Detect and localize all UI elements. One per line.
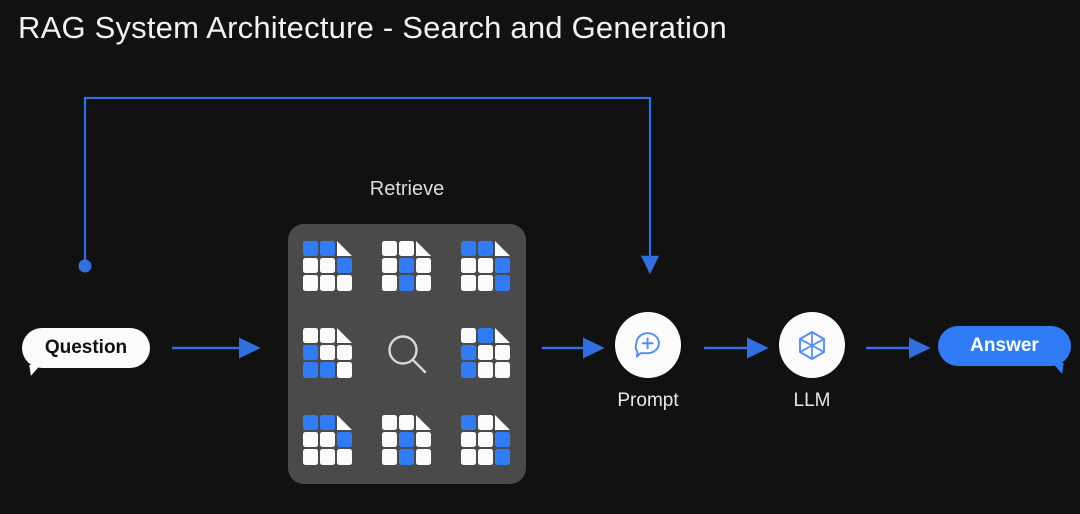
- question-bubble[interactable]: Question: [22, 328, 150, 376]
- prompt-label: Prompt: [617, 390, 679, 411]
- diagram-canvas: RAG System Architecture - Search and Gen…: [0, 0, 1080, 514]
- answer-bubble[interactable]: Answer: [938, 326, 1071, 374]
- document-5[interactable]: [458, 325, 514, 383]
- document-icon: [302, 414, 352, 465]
- llm-disc: [779, 312, 845, 378]
- document-icon: [381, 414, 431, 465]
- document-icon: [381, 241, 431, 292]
- document-3[interactable]: [458, 238, 514, 296]
- document-icon: [302, 241, 352, 292]
- document-2[interactable]: [379, 238, 435, 296]
- document-8[interactable]: [458, 412, 514, 470]
- chat-bubble-plus-icon: [634, 332, 660, 358]
- retrieve-label: Retrieve: [369, 178, 445, 200]
- magnifier-icon: [388, 335, 427, 374]
- document-icon: [461, 414, 511, 465]
- document-6[interactable]: [300, 412, 356, 470]
- document-icon: [302, 327, 352, 378]
- llm-node[interactable]: LLM: [779, 312, 859, 412]
- prompt-node[interactable]: Prompt: [615, 312, 695, 412]
- document-1[interactable]: [300, 238, 356, 296]
- document-icon: [461, 327, 511, 378]
- document-4[interactable]: [300, 325, 356, 383]
- flow-connectors: [78, 96, 931, 359]
- retrieve-box[interactable]: [288, 224, 526, 484]
- question-bubble-tail: [29, 363, 44, 376]
- answer-bubble-tail: [1049, 361, 1064, 374]
- document-icon: [461, 241, 511, 292]
- document-grid: [288, 224, 526, 484]
- search-magnifier[interactable]: [379, 325, 435, 383]
- page-title: RAG System Architecture - Search and Gen…: [18, 10, 727, 45]
- cube-hexagon-icon: [799, 331, 825, 360]
- document-7[interactable]: [379, 412, 435, 470]
- prompt-disc: [615, 312, 681, 378]
- answer-label: Answer: [970, 335, 1039, 356]
- llm-label: LLM: [793, 390, 831, 411]
- question-label: Question: [44, 337, 128, 358]
